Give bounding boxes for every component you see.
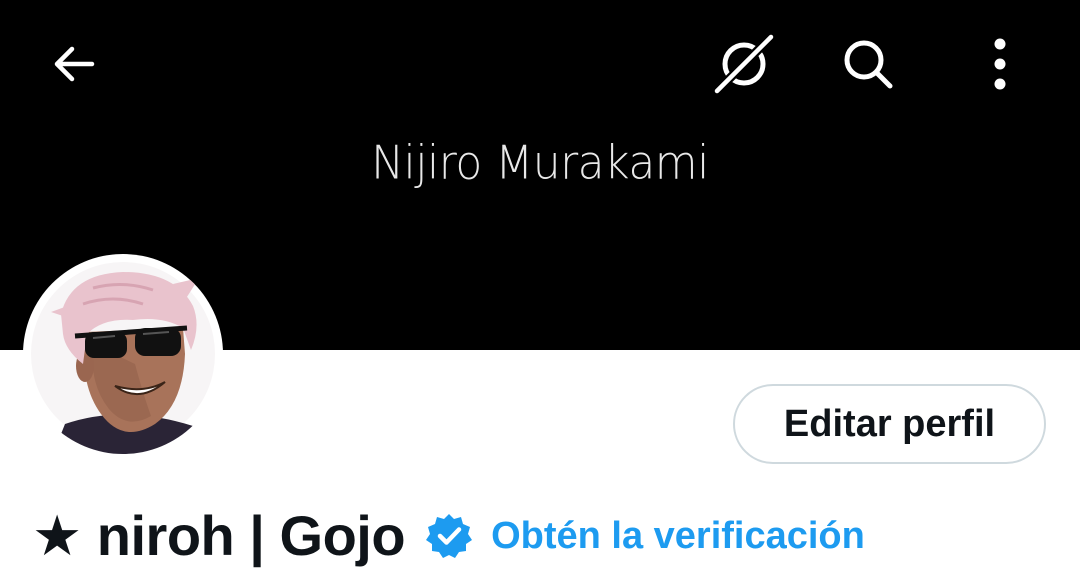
grok-icon xyxy=(711,31,777,97)
get-verified-link[interactable]: Obtén la verificación xyxy=(491,515,865,558)
back-button[interactable] xyxy=(38,28,110,100)
display-name: ★ niroh | Gojo xyxy=(32,504,406,567)
search-icon xyxy=(844,40,893,89)
more-vertical-icon xyxy=(994,38,1006,90)
avatar[interactable] xyxy=(23,254,223,454)
search-button[interactable] xyxy=(832,28,904,100)
profile-name-row: ★ niroh | Gojo Obtén la verificación xyxy=(32,500,865,572)
banner-text: Nijiro Murakami xyxy=(371,136,709,191)
back-arrow-icon xyxy=(54,46,95,82)
verified-badge-icon[interactable] xyxy=(425,512,473,560)
grok-button[interactable] xyxy=(708,28,780,100)
more-options-button[interactable] xyxy=(964,28,1036,100)
edit-profile-button[interactable]: Editar perfil xyxy=(733,384,1046,464)
avatar-image xyxy=(31,262,215,454)
